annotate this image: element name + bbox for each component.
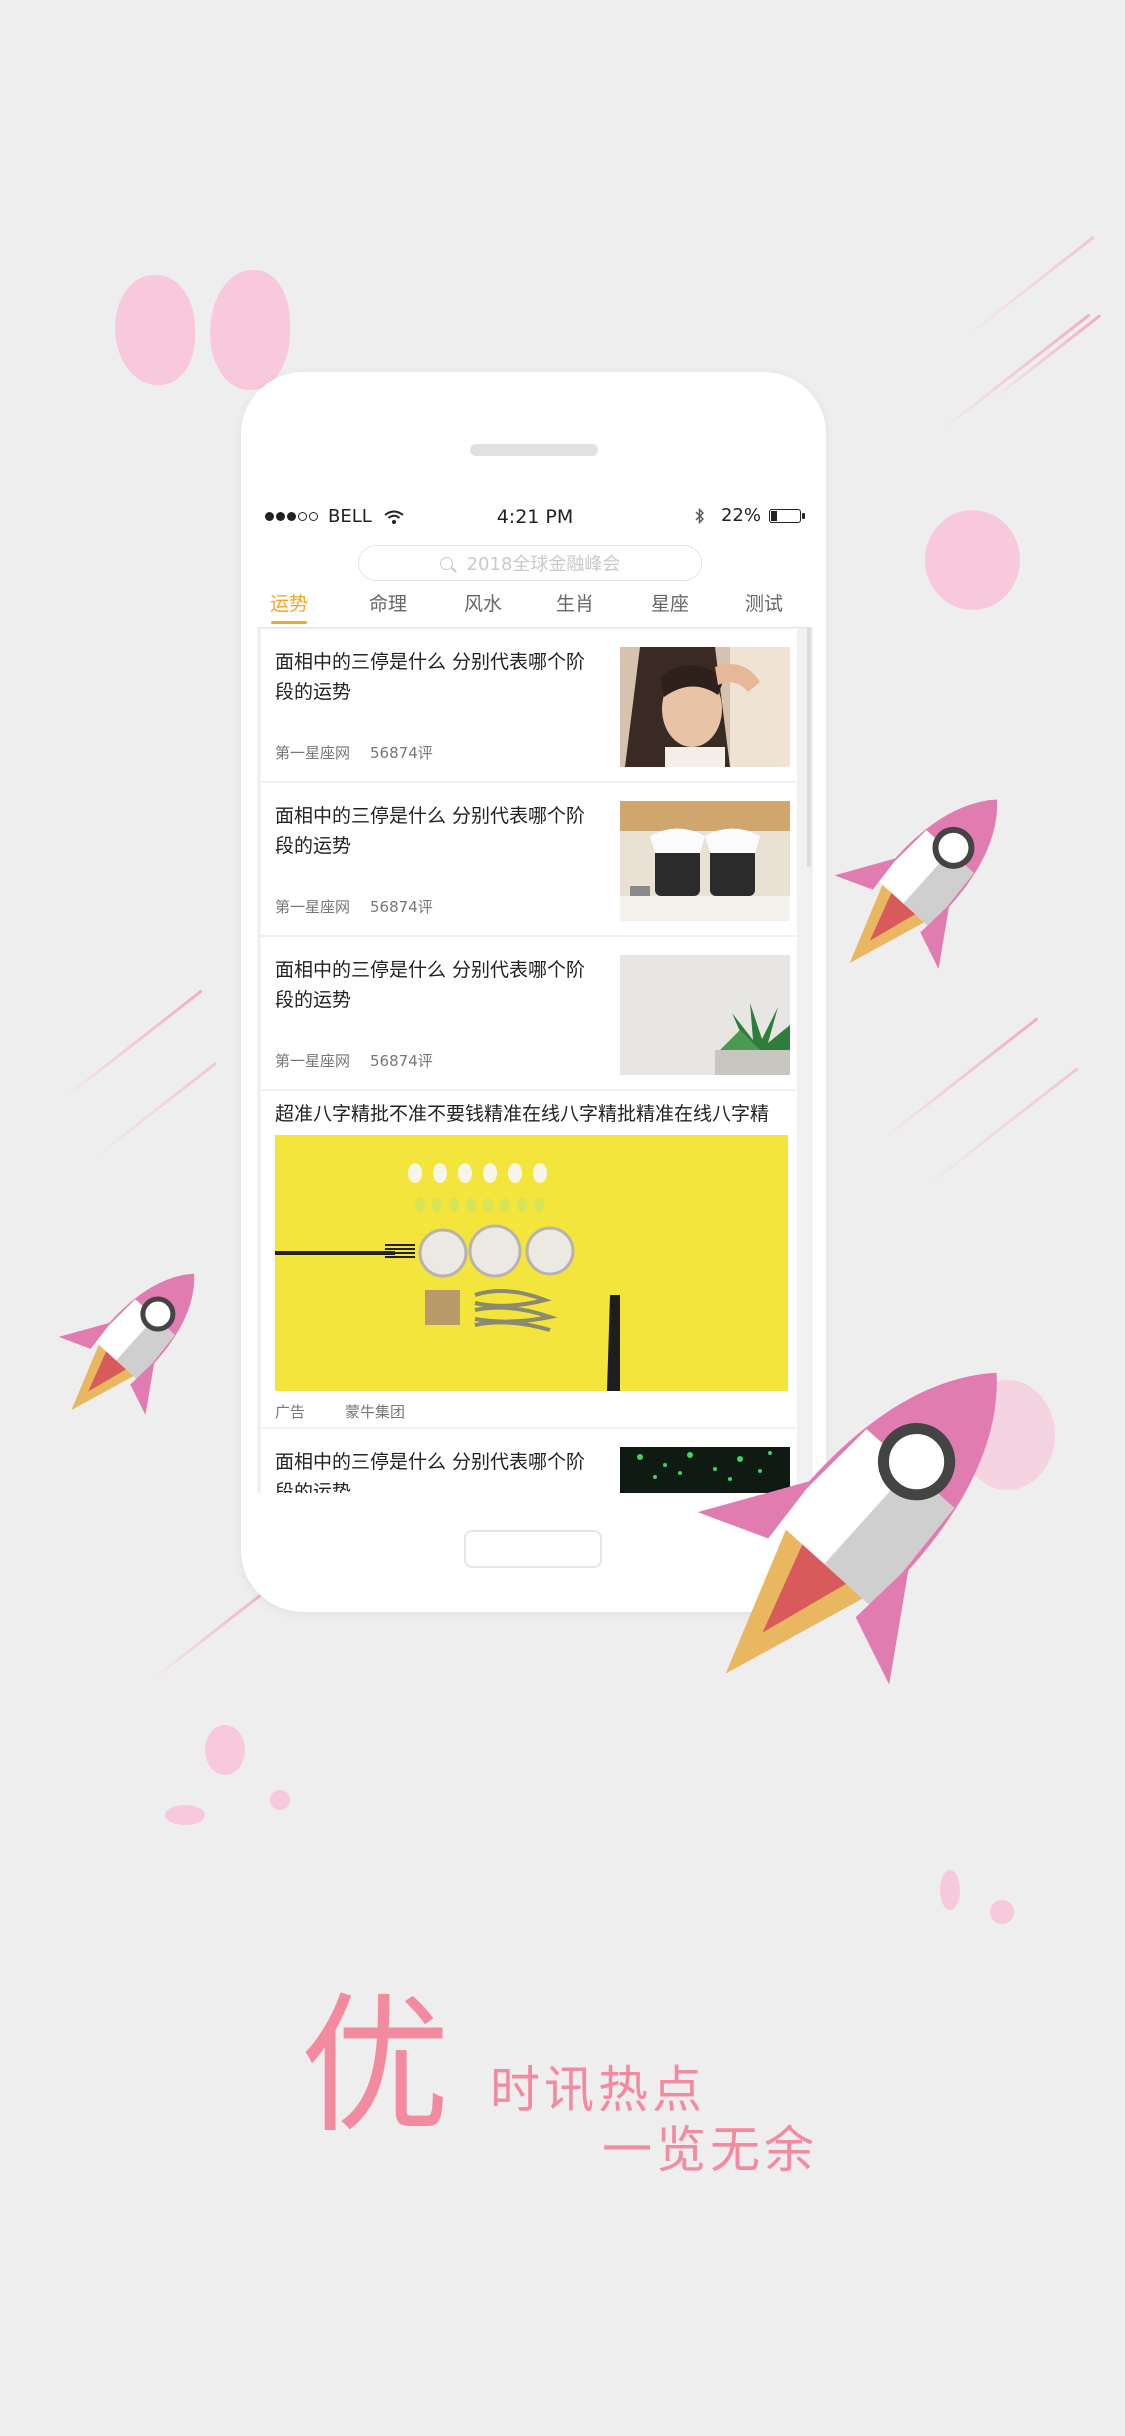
news-comments: 56874评: [370, 744, 433, 762]
decor-drop: [270, 1790, 290, 1810]
decor-drop: [990, 1900, 1014, 1924]
news-comments: 56874评: [370, 898, 433, 916]
news-title: 面相中的三停是什么 分别代表哪个阶段的运势: [275, 959, 586, 1011]
battery-percent: 22%: [720, 505, 761, 526]
tab-label: 风水: [463, 593, 502, 615]
news-card[interactable]: 面相中的三停是什么 分别代表哪个阶段的运势 第一星座网 56874评: [261, 937, 797, 1089]
promo-line2: 一览无余: [602, 2121, 818, 2179]
advertiser-name: 蒙牛集团: [345, 1403, 406, 1421]
news-source: 第一星座网: [275, 744, 351, 762]
tab-label: 测试: [744, 593, 783, 615]
news-card[interactable]: 面相中的三停是什么 分别代表哪个阶段的运势 第一星座网 56874评: [261, 629, 797, 781]
news-meta: 第一星座网 56874评: [275, 1050, 453, 1071]
tab-ceshi[interactable]: 测试: [734, 589, 794, 616]
tab-mingli[interactable]: 命理: [358, 589, 418, 616]
active-tab-indicator: [271, 621, 307, 624]
search-input[interactable]: 2018全球金融峰会: [358, 545, 702, 581]
rocket-icon: [697, 1372, 997, 1685]
news-source: 第一星座网: [275, 1052, 351, 1070]
news-title: 面相中的三停是什么 分别代表哪个阶段的运势: [275, 651, 586, 703]
tab-label: 命理: [368, 593, 407, 615]
bluetooth-icon: [695, 507, 704, 524]
news-title: 面相中的三停是什么 分别代表哪个阶段的运势: [275, 805, 586, 857]
decor-streak: [919, 1067, 1079, 1193]
news-meta: 第一星座网 56874评: [275, 742, 453, 763]
decor-drop: [205, 1725, 245, 1775]
rocket-icon: [834, 799, 997, 969]
rocket-icon: [58, 1273, 195, 1415]
jars-photo: [620, 801, 790, 921]
tab-label: 生肖: [555, 593, 594, 615]
ad-title: 超准八字精批不准不要钱精准在线八字精批精准在线八字精: [275, 1103, 770, 1125]
news-comments: 56874评: [370, 1052, 433, 1070]
search-bar: 2018全球金融峰会: [257, 539, 813, 581]
decor-streak: [939, 313, 1091, 433]
decor-streak: [879, 1017, 1039, 1143]
search-placeholder: 2018全球金融峰会: [466, 554, 621, 575]
succulent-plant-photo: [620, 955, 790, 1075]
decor-drop: [940, 1870, 960, 1910]
news-meta: 第一星座网 56874评: [275, 896, 453, 917]
search-icon: [439, 556, 453, 570]
ad-meta: 广告 蒙牛集团: [275, 1401, 425, 1422]
status-bar: BELL 4:21 PM 22%: [257, 495, 813, 539]
tab-label: 运势: [269, 593, 308, 615]
tab-fengshui[interactable]: 风水: [453, 589, 513, 616]
decor-streak: [989, 314, 1102, 403]
news-title: 面相中的三停是什么 分别代表哪个阶段的运势: [275, 1451, 586, 1493]
decor-streak: [59, 989, 203, 1103]
tab-xingzuo[interactable]: 星座: [640, 589, 700, 616]
phone-speaker: [470, 444, 598, 456]
news-card[interactable]: 面相中的三停是什么 分别代表哪个阶段的运势 第一星座网 56874评: [261, 783, 797, 935]
battery-icon: [769, 508, 805, 523]
decor-heart-blob: [115, 275, 195, 385]
woman-portrait-photo: [620, 647, 790, 767]
category-tabs: 运势 命理 风水 生肖 星座 测试: [257, 581, 813, 628]
decor-heart-blob: [925, 510, 1020, 610]
decor-heart-blob: [210, 270, 290, 390]
decor-streak: [89, 1061, 218, 1163]
tab-yunshi[interactable]: 运势: [259, 589, 319, 624]
tab-shengxiao[interactable]: 生肖: [545, 589, 605, 616]
tab-label: 星座: [650, 593, 689, 615]
decor-drop: [165, 1805, 205, 1825]
ad-label: 广告: [275, 1403, 306, 1421]
decor-streak: [149, 1581, 278, 1683]
home-button[interactable]: [464, 1530, 602, 1568]
news-source: 第一星座网: [275, 898, 351, 916]
promo-big-char: 优: [300, 1980, 451, 2154]
